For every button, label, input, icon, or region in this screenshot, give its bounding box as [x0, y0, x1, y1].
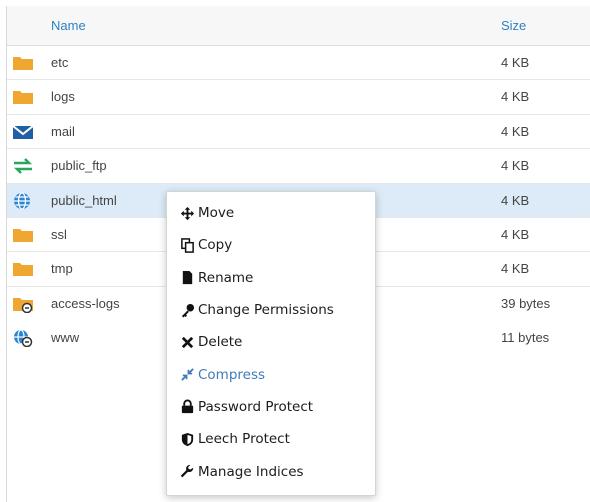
menu-item-leech-protect[interactable]: Leech Protect	[167, 423, 375, 455]
table-header: Name Size	[7, 6, 590, 46]
globe-link-icon	[12, 329, 34, 348]
file-name[interactable]: ssl	[51, 227, 67, 242]
table-row[interactable]: mail 4 KB	[7, 115, 590, 150]
file-size: 4 KB	[501, 192, 530, 208]
file-name[interactable]: etc	[51, 55, 68, 70]
folder-link-icon	[12, 295, 34, 313]
menu-item-compress[interactable]: Compress	[167, 358, 375, 390]
key-icon	[181, 303, 195, 318]
file-name[interactable]: logs	[51, 89, 75, 104]
column-header-name[interactable]: Name	[51, 18, 86, 33]
file-size: 4 KB	[501, 55, 530, 70]
file-name[interactable]: tmp	[51, 261, 73, 276]
menu-item-password-protect[interactable]: Password Protect	[167, 391, 375, 423]
table-row[interactable]: etc 4 KB	[7, 46, 590, 81]
compress-icon	[181, 368, 194, 381]
file-size: 4 KB	[501, 158, 530, 174]
menu-item-manage-indices[interactable]: Manage Indices	[167, 455, 375, 487]
file-size: 4 KB	[501, 123, 530, 139]
transfer-arrows-icon	[12, 157, 34, 175]
menu-item-label: Delete	[198, 334, 243, 351]
move-arrows-icon	[180, 206, 195, 220]
table-row[interactable]: public_ftp 4 KB	[7, 149, 590, 184]
copy-icon	[181, 238, 194, 253]
menu-item-copy[interactable]: Copy	[167, 229, 375, 261]
folder-icon	[12, 88, 34, 106]
menu-item-delete[interactable]: Delete	[167, 326, 375, 358]
folder-icon	[12, 260, 34, 278]
shield-icon	[181, 432, 194, 446]
menu-item-rename[interactable]: Rename	[167, 262, 375, 294]
menu-item-label: Leech Protect	[198, 431, 290, 448]
file-name[interactable]: www	[51, 330, 79, 345]
folder-icon	[12, 54, 34, 72]
menu-item-label: Compress	[198, 366, 266, 383]
context-menu: Move Copy Rename Change Permissions Dele…	[166, 191, 376, 496]
menu-item-label: Rename	[198, 269, 254, 286]
menu-item-label: Password Protect	[198, 398, 314, 415]
file-size: 11 bytes	[501, 330, 550, 346]
menu-item-label: Change Permissions	[198, 302, 334, 319]
menu-item-label: Move	[198, 205, 235, 222]
file-name[interactable]: access-logs	[51, 296, 120, 311]
globe-icon	[12, 191, 34, 210]
menu-item-move[interactable]: Move	[167, 197, 375, 229]
menu-item-change-permissions[interactable]: Change Permissions	[167, 294, 375, 326]
file-size: 39 bytes	[501, 295, 551, 311]
column-header-size[interactable]: Size	[501, 18, 526, 33]
file-size: 4 KB	[501, 89, 530, 105]
file-name[interactable]: public_html	[51, 193, 117, 208]
file-size: 4 KB	[501, 261, 530, 277]
lock-icon	[181, 399, 194, 414]
menu-item-label: Manage Indices	[198, 463, 304, 480]
mail-icon	[12, 123, 34, 141]
folder-icon	[12, 226, 34, 244]
file-size: 4 KB	[501, 226, 530, 242]
file-name[interactable]: mail	[51, 124, 75, 139]
file-name[interactable]: public_ftp	[51, 158, 107, 173]
menu-item-label: Copy	[198, 237, 233, 254]
file-icon	[182, 271, 193, 285]
delete-x-icon	[181, 336, 194, 349]
table-row[interactable]: logs 4 KB	[7, 80, 590, 115]
wrench-icon	[180, 464, 194, 478]
